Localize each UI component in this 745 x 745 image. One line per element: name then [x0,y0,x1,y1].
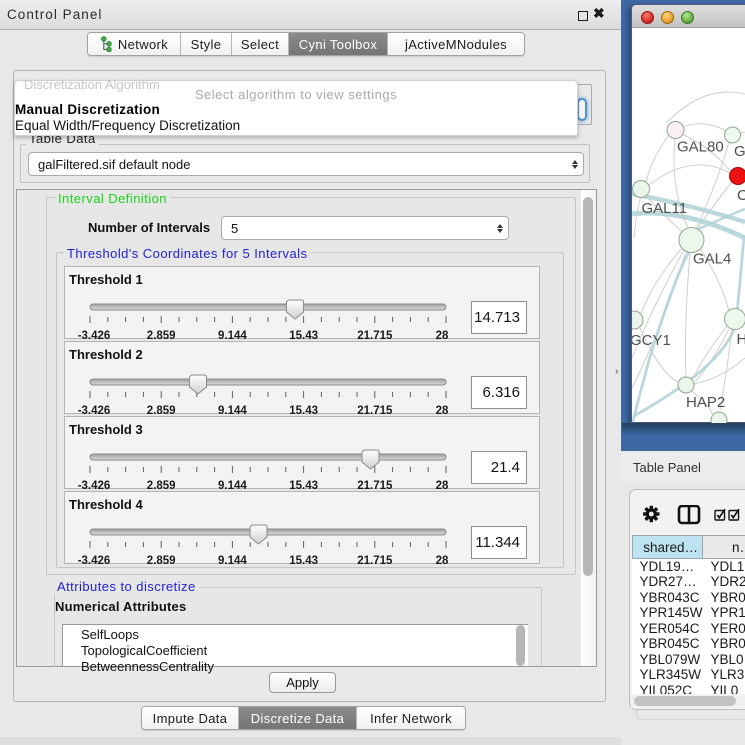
svg-text:9.144: 9.144 [218,330,247,341]
svg-text:28: 28 [436,480,449,491]
svg-text:2.859: 2.859 [147,555,176,566]
svg-text:C: C [737,187,745,204]
svg-text:GAL80: GAL80 [677,139,724,156]
svg-text:9.144: 9.144 [218,480,247,491]
svg-text:15.43: 15.43 [289,480,318,491]
svg-text:2.859: 2.859 [147,480,176,491]
svg-text:28: 28 [436,330,449,341]
svg-text:21.715: 21.715 [357,330,393,341]
svg-text:2.859: 2.859 [147,405,176,416]
svg-text:9.144: 9.144 [218,405,247,416]
svg-text:HAP2: HAP2 [686,394,725,411]
svg-text:28: 28 [436,555,449,566]
svg-text:28: 28 [436,405,449,416]
svg-text:15.43: 15.43 [289,405,318,416]
svg-text:G.: G. [734,143,745,160]
svg-text:H: H [737,331,745,348]
svg-text:GCY1: GCY1 [632,332,671,349]
svg-text:2.859: 2.859 [147,330,176,341]
svg-text:21.715: 21.715 [357,405,393,416]
svg-text:-3.426: -3.426 [78,555,111,566]
svg-text:GAL11: GAL11 [642,200,688,217]
svg-text:-3.426: -3.426 [78,480,111,491]
svg-text:15.43: 15.43 [289,330,318,341]
svg-text:21.715: 21.715 [357,480,393,491]
svg-text:21.715: 21.715 [357,555,393,566]
svg-text:-3.426: -3.426 [78,330,111,341]
svg-text:9.144: 9.144 [218,555,247,566]
svg-text:15.43: 15.43 [289,555,318,566]
svg-text:-3.426: -3.426 [78,405,111,416]
svg-text:GAL4: GAL4 [693,251,731,268]
